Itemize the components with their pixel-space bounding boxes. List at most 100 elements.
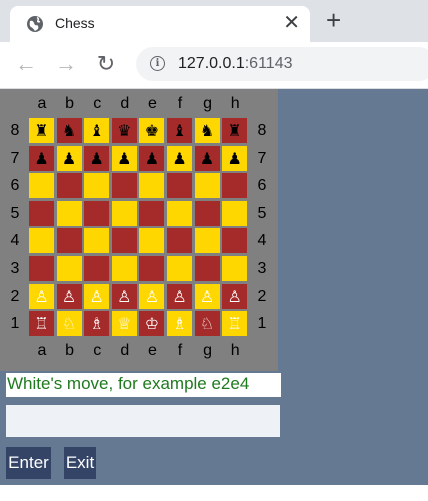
- chess-piece[interactable]: ♚: [145, 121, 159, 140]
- chess-piece[interactable]: ♟: [172, 149, 186, 168]
- square-b6[interactable]: [56, 173, 82, 199]
- chess-piece[interactable]: ♙: [62, 287, 76, 306]
- square-c4[interactable]: [84, 228, 110, 254]
- chess-piece[interactable]: ♙: [145, 287, 159, 306]
- chess-piece[interactable]: ♖: [34, 314, 48, 333]
- square-a6[interactable]: [29, 173, 54, 199]
- chess-piece[interactable]: ♟: [62, 149, 76, 168]
- address-bar[interactable]: i 127.0.0.1:61143: [136, 47, 428, 81]
- chess-piece[interactable]: ♛: [117, 121, 131, 140]
- square-h8[interactable]: ♜: [222, 118, 248, 143]
- square-b2[interactable]: ♙: [56, 283, 82, 309]
- square-g2[interactable]: ♙: [194, 283, 220, 309]
- square-c3[interactable]: [84, 256, 110, 281]
- square-e4[interactable]: [139, 228, 165, 254]
- chess-piece[interactable]: ♟: [228, 149, 242, 168]
- square-g1[interactable]: ♘: [194, 311, 220, 337]
- chess-piece[interactable]: ♞: [200, 121, 214, 140]
- chess-piece[interactable]: ♗: [172, 314, 186, 333]
- square-g8[interactable]: ♞: [194, 118, 220, 143]
- chess-piece[interactable]: ♟: [200, 149, 214, 168]
- square-e6[interactable]: [139, 173, 165, 199]
- new-tab-button[interactable]: +: [326, 7, 341, 33]
- chess-piece[interactable]: ♙: [117, 287, 131, 306]
- square-f7[interactable]: ♟: [167, 145, 192, 171]
- chess-piece[interactable]: ♘: [200, 314, 214, 333]
- chess-piece[interactable]: ♟: [90, 149, 104, 168]
- square-d5[interactable]: [111, 200, 137, 226]
- chess-piece[interactable]: ♗: [90, 314, 104, 333]
- square-g5[interactable]: [194, 200, 220, 226]
- square-a8[interactable]: ♜: [29, 118, 54, 143]
- square-f4[interactable]: [167, 228, 192, 254]
- enter-button[interactable]: Enter: [6, 447, 51, 479]
- square-d1[interactable]: ♕: [111, 311, 137, 337]
- square-c2[interactable]: ♙: [84, 283, 110, 309]
- chess-piece[interactable]: ♝: [172, 121, 186, 140]
- move-input[interactable]: [6, 405, 280, 437]
- square-f3[interactable]: [167, 256, 192, 281]
- chess-piece[interactable]: ♕: [117, 314, 131, 333]
- square-b4[interactable]: [56, 228, 82, 254]
- square-h1[interactable]: ♖: [222, 311, 248, 337]
- square-e3[interactable]: [139, 256, 165, 281]
- chess-piece[interactable]: ♝: [90, 121, 104, 140]
- close-icon[interactable]: ✕: [283, 10, 300, 36]
- exit-button[interactable]: Exit: [64, 447, 96, 479]
- square-h3[interactable]: [222, 256, 248, 281]
- chess-piece[interactable]: ♘: [62, 314, 76, 333]
- square-b7[interactable]: ♟: [56, 145, 82, 171]
- square-a2[interactable]: ♙: [29, 283, 54, 309]
- chess-piece[interactable]: ♙: [90, 287, 104, 306]
- chess-piece[interactable]: ♟: [117, 149, 131, 168]
- square-d6[interactable]: [111, 173, 137, 199]
- square-c8[interactable]: ♝: [84, 118, 110, 143]
- square-h5[interactable]: [222, 200, 248, 226]
- chess-piece[interactable]: ♟: [145, 149, 159, 168]
- square-b5[interactable]: [56, 200, 82, 226]
- square-d4[interactable]: [111, 228, 137, 254]
- chess-piece[interactable]: ♙: [200, 287, 214, 306]
- square-d8[interactable]: ♛: [111, 118, 137, 143]
- square-c5[interactable]: [84, 200, 110, 226]
- square-d7[interactable]: ♟: [111, 145, 137, 171]
- square-h2[interactable]: ♙: [222, 283, 248, 309]
- square-a1[interactable]: ♖: [29, 311, 54, 337]
- square-f5[interactable]: [167, 200, 192, 226]
- chess-piece[interactable]: ♔: [145, 314, 159, 333]
- square-g6[interactable]: [194, 173, 220, 199]
- chess-piece[interactable]: ♖: [228, 314, 242, 333]
- chess-piece[interactable]: ♜: [34, 121, 48, 140]
- square-e2[interactable]: ♙: [139, 283, 165, 309]
- forward-arrow-icon[interactable]: →: [54, 52, 78, 76]
- chess-piece[interactable]: ♙: [34, 287, 48, 306]
- square-c1[interactable]: ♗: [84, 311, 110, 337]
- square-g7[interactable]: ♟: [194, 145, 220, 171]
- square-h7[interactable]: ♟: [222, 145, 248, 171]
- square-a3[interactable]: [29, 256, 54, 281]
- square-f2[interactable]: ♙: [167, 283, 192, 309]
- square-a4[interactable]: [29, 228, 54, 254]
- square-a7[interactable]: ♟: [29, 145, 54, 171]
- square-e5[interactable]: [139, 200, 165, 226]
- chess-piece[interactable]: ♙: [172, 287, 186, 306]
- chess-piece[interactable]: ♙: [228, 287, 242, 306]
- back-arrow-icon[interactable]: ←: [14, 52, 38, 76]
- square-g3[interactable]: [194, 256, 220, 281]
- square-e8[interactable]: ♚: [139, 118, 165, 143]
- square-d2[interactable]: ♙: [111, 283, 137, 309]
- square-e7[interactable]: ♟: [139, 145, 165, 171]
- square-f8[interactable]: ♝: [167, 118, 192, 143]
- square-b3[interactable]: [56, 256, 82, 281]
- square-g4[interactable]: [194, 228, 220, 254]
- square-d3[interactable]: [111, 256, 137, 281]
- info-icon[interactable]: i: [150, 56, 165, 71]
- chess-piece[interactable]: ♟: [34, 149, 48, 168]
- square-h4[interactable]: [222, 228, 248, 254]
- square-b1[interactable]: ♘: [56, 311, 82, 337]
- square-c6[interactable]: [84, 173, 110, 199]
- square-b8[interactable]: ♞: [56, 118, 82, 143]
- square-c7[interactable]: ♟: [84, 145, 110, 171]
- square-a5[interactable]: [29, 200, 54, 226]
- square-e1[interactable]: ♔: [139, 311, 165, 337]
